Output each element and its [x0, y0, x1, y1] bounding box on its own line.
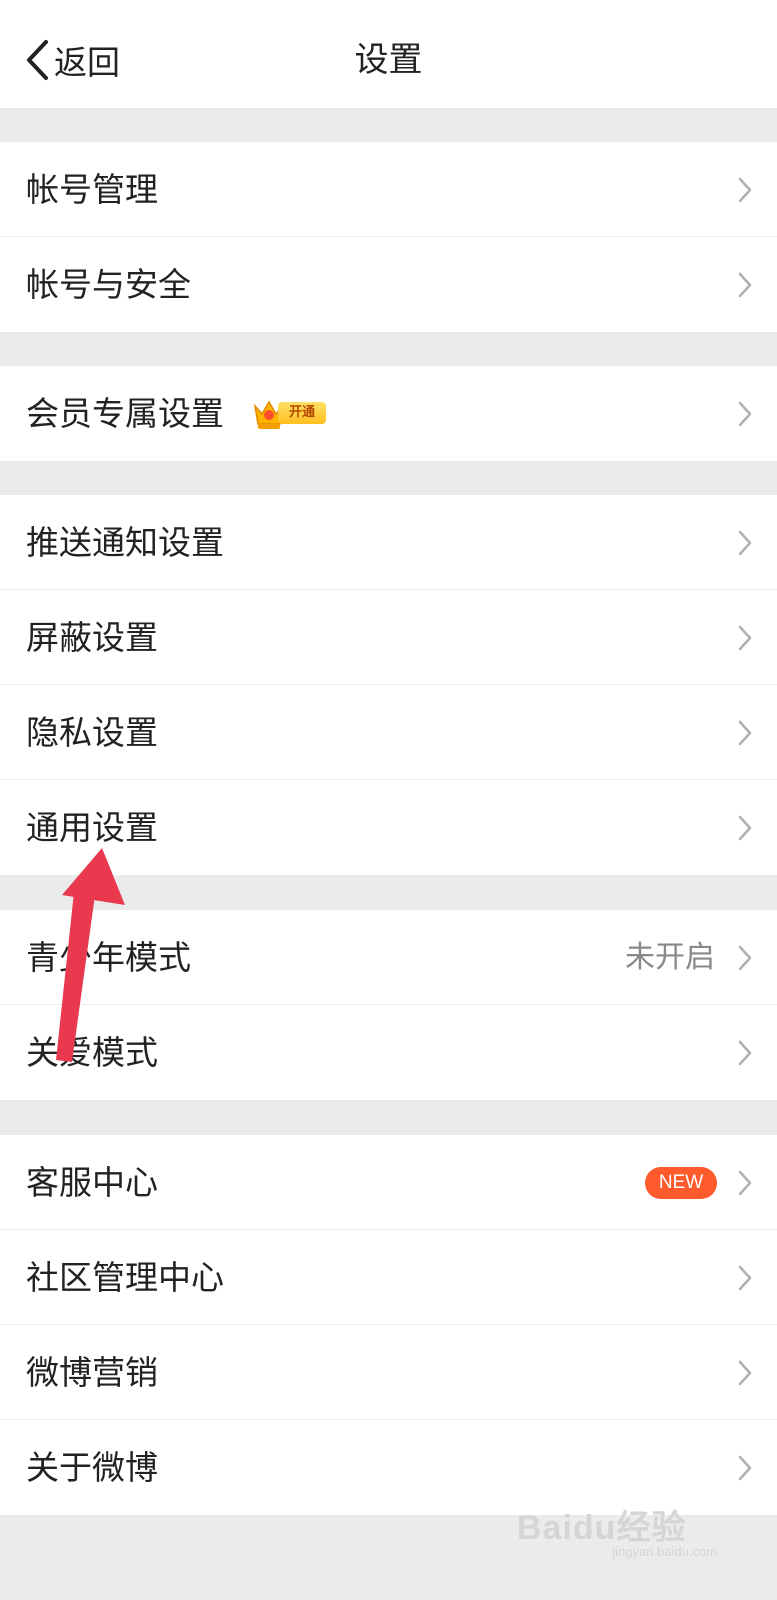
chevron-right-icon [738, 1170, 752, 1196]
chevron-right-icon [738, 945, 752, 971]
chevron-right-icon [738, 1455, 752, 1481]
settings-item-label: 关于微博 [26, 1448, 158, 1487]
teen-mode-status: 未开启 [625, 940, 715, 975]
settings-group-support: 客服中心 NEW 社区管理中心 微博营销 关于微博 [0, 1135, 777, 1515]
settings-item-label: 客服中心 [26, 1163, 158, 1202]
settings-group-modes: 青少年模式 未开启 关爱模式 [0, 910, 777, 1100]
chevron-right-icon [738, 177, 752, 203]
baidu-watermark: Baidu经验 jingyan.baidu.com [517, 1500, 737, 1560]
settings-item-label: 隐私设置 [26, 713, 158, 752]
settings-item-vip-settings[interactable]: 会员专属设置 开通 [0, 366, 777, 461]
chevron-right-icon [738, 720, 752, 746]
settings-group-vip: 会员专属设置 开通 [0, 366, 777, 461]
settings-item-label: 屏蔽设置 [26, 618, 158, 657]
settings-item-push-notifications[interactable]: 推送通知设置 [0, 495, 777, 590]
settings-item-community-management[interactable]: 社区管理中心 [0, 1230, 777, 1325]
settings-item-label: 青少年模式 [26, 938, 191, 977]
settings-item-general[interactable]: 通用设置 [0, 780, 777, 875]
watermark-site: jingyan.baidu.com [612, 1544, 717, 1559]
settings-item-label: 微博营销 [26, 1353, 158, 1392]
chevron-right-icon [738, 625, 752, 651]
vip-open-badge[interactable]: 开通 [252, 396, 328, 432]
settings-item-account-management[interactable]: 帐号管理 [0, 142, 777, 237]
nav-header: 返回 设置 [0, 0, 777, 108]
settings-item-teen-mode[interactable]: 青少年模式 未开启 [0, 910, 777, 1005]
settings-item-customer-service[interactable]: 客服中心 NEW [0, 1135, 777, 1230]
settings-item-label: 通用设置 [26, 808, 158, 847]
watermark-logo: Baidu经验 [517, 1509, 687, 1547]
settings-item-label: 关爱模式 [26, 1033, 158, 1072]
settings-group-preferences: 推送通知设置 屏蔽设置 隐私设置 通用设置 [0, 495, 777, 875]
vip-badge-label: 开通 [278, 402, 326, 424]
settings-item-label: 帐号与安全 [26, 265, 191, 304]
settings-item-account-security[interactable]: 帐号与安全 [0, 237, 777, 332]
chevron-right-icon [738, 530, 752, 556]
settings-item-label: 会员专属设置 [26, 394, 224, 433]
chevron-right-icon [738, 1360, 752, 1386]
chevron-right-icon [738, 815, 752, 841]
settings-item-privacy[interactable]: 隐私设置 [0, 685, 777, 780]
new-badge: NEW [645, 1167, 717, 1199]
chevron-right-icon [738, 1265, 752, 1291]
page-title: 设置 [354, 40, 423, 80]
chevron-right-icon [738, 272, 752, 298]
settings-item-label: 推送通知设置 [26, 523, 224, 562]
settings-item-block-settings[interactable]: 屏蔽设置 [0, 590, 777, 685]
settings-item-care-mode[interactable]: 关爱模式 [0, 1005, 777, 1100]
settings-group-account: 帐号管理 帐号与安全 [0, 142, 777, 332]
settings-item-label: 帐号管理 [26, 170, 158, 209]
settings-item-weibo-marketing[interactable]: 微博营销 [0, 1325, 777, 1420]
settings-item-label: 社区管理中心 [26, 1258, 224, 1297]
chevron-right-icon [738, 401, 752, 427]
chevron-right-icon [738, 1040, 752, 1066]
